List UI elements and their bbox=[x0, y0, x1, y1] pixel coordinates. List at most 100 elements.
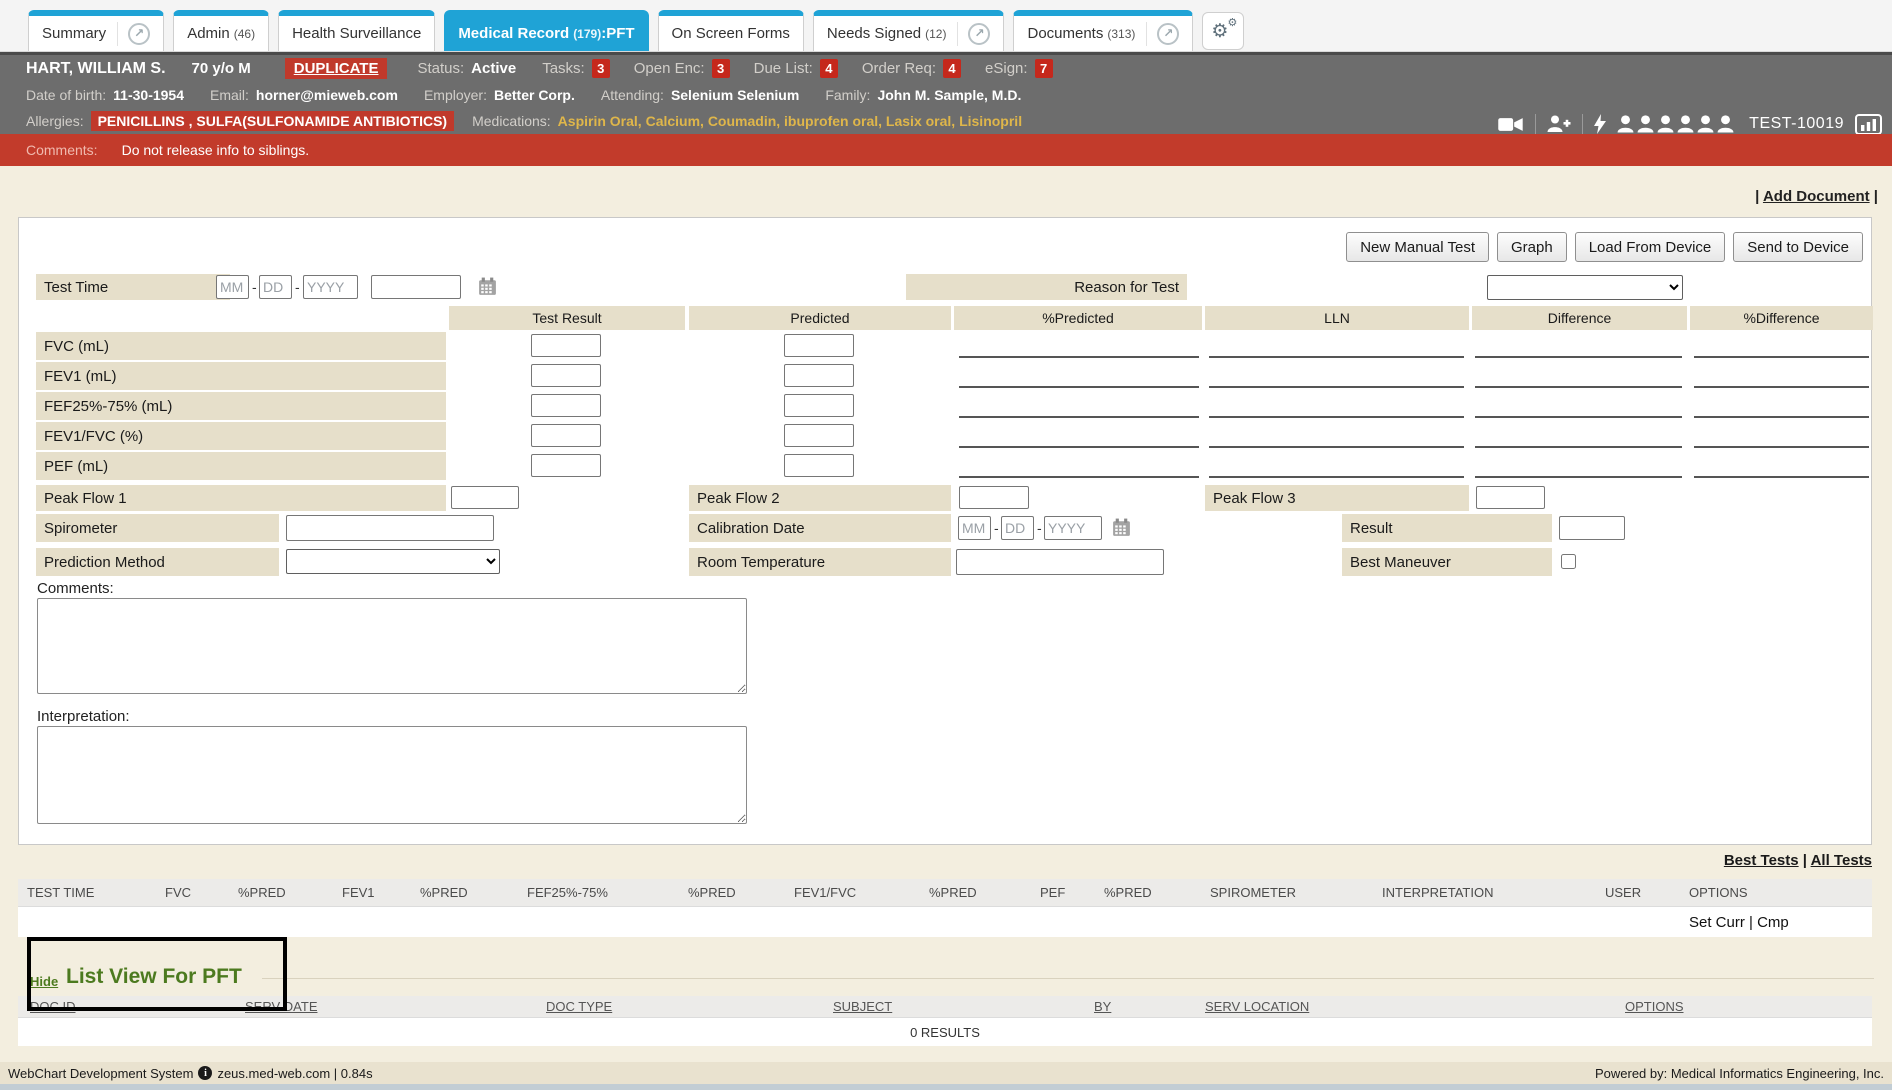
medications-label: Medications: bbox=[472, 113, 551, 129]
tab-documents[interactable]: Documents(313)↗ bbox=[1013, 10, 1193, 51]
due-list-badge[interactable]: 4 bbox=[820, 59, 838, 78]
gear-icon-small: ⚙ bbox=[1228, 16, 1238, 29]
test-time-day-input[interactable] bbox=[259, 275, 292, 299]
calibration-year-input[interactable] bbox=[1044, 516, 1102, 540]
graph-button[interactable]: Graph bbox=[1497, 232, 1567, 262]
external-link-icon[interactable]: ↗ bbox=[968, 23, 990, 45]
doc-header-options[interactable]: OPTIONS bbox=[1625, 999, 1684, 1014]
calibration-month-input[interactable] bbox=[958, 516, 991, 540]
hide-link[interactable]: Hide bbox=[30, 974, 58, 989]
person-icon bbox=[1697, 115, 1714, 133]
set-curr-cmp-links[interactable]: Set Curr | Cmp bbox=[1689, 914, 1789, 931]
date-of-birth-value: 11-30-1954 bbox=[113, 87, 184, 103]
calibration-day-input[interactable] bbox=[1001, 516, 1034, 540]
list-view-title: List View For PFT bbox=[66, 965, 242, 989]
tasks-badge[interactable]: 3 bbox=[592, 59, 610, 78]
documents-empty-row: 0 RESULTS bbox=[18, 1018, 1872, 1046]
doc-header-doc-type[interactable]: DOC TYPE bbox=[546, 999, 612, 1014]
patient-summary-row: HART, WILLIAM S. 70 y/o M DUPLICATE Stat… bbox=[0, 55, 1892, 82]
tests-header-spirometer-11: SPIROMETER bbox=[1210, 885, 1296, 900]
form-comments-textarea[interactable] bbox=[37, 598, 747, 694]
external-link-icon[interactable]: ↗ bbox=[1157, 23, 1179, 45]
test-time-label: Test Time bbox=[36, 274, 230, 300]
column-header-difference: %Difference bbox=[1690, 306, 1873, 330]
tab-needs-signed[interactable]: Needs Signed(12)↗ bbox=[813, 10, 1005, 51]
tests-header-interpretation-12: INTERPRETATION bbox=[1382, 885, 1493, 900]
order-req-label: Order Req: bbox=[862, 60, 936, 77]
tab-label: Admin bbox=[187, 25, 230, 42]
peak-flow-3-input[interactable] bbox=[1476, 486, 1545, 509]
fef25-75-ml-test-result-input[interactable] bbox=[531, 394, 601, 417]
doc-header-doc-id[interactable]: DOC ID bbox=[30, 999, 76, 1014]
family-label: Family: bbox=[825, 87, 870, 103]
peak-flow-2-label: Peak Flow 2 bbox=[689, 485, 951, 511]
column-header-difference: Difference bbox=[1472, 306, 1687, 330]
fvc-ml-test-result-input[interactable] bbox=[531, 334, 601, 357]
interpretation-textarea[interactable] bbox=[37, 726, 747, 824]
open-enc-badge[interactable]: 3 bbox=[712, 59, 730, 78]
room-temperature-input[interactable] bbox=[956, 549, 1164, 575]
pft-action-buttons: New Manual Test Graph Load From DeviceSend… bbox=[1338, 232, 1863, 262]
divider bbox=[1535, 114, 1536, 134]
result-input[interactable] bbox=[1559, 516, 1625, 540]
medications-value[interactable]: Aspirin Oral, Calcium, Coumadin, ibuprof… bbox=[558, 113, 1022, 129]
reason-for-test-select[interactable] bbox=[1487, 275, 1683, 300]
fvc-ml-percent-difference-line bbox=[1694, 332, 1869, 358]
doc-header-by[interactable]: BY bbox=[1094, 999, 1111, 1014]
pef-ml-test-result-input[interactable] bbox=[531, 454, 601, 477]
add-document-link[interactable]: Add Document bbox=[1763, 188, 1870, 205]
best-maneuver-checkbox[interactable] bbox=[1561, 554, 1576, 569]
allergies-value[interactable]: PENICILLINS , SULFA(SULFONAMIDE ANTIBIOT… bbox=[91, 111, 454, 131]
patient-group-icons[interactable] bbox=[1617, 115, 1734, 133]
fev1-ml-lln-line bbox=[1209, 362, 1464, 388]
tab-on-screen-forms[interactable]: On Screen Forms bbox=[658, 10, 804, 51]
fev1-ml-predicted-input[interactable] bbox=[784, 364, 854, 387]
new-manual-test-button[interactable]: New Manual Test bbox=[1346, 232, 1489, 262]
order-req-badge[interactable]: 4 bbox=[943, 59, 961, 78]
family-value: John M. Sample, M.D. bbox=[877, 87, 1021, 103]
lightning-icon[interactable] bbox=[1594, 114, 1606, 134]
prediction-method-select[interactable] bbox=[286, 549, 500, 574]
pef-ml-percent-predicted-line bbox=[959, 452, 1199, 478]
fev1-ml-test-result-input[interactable] bbox=[531, 364, 601, 387]
spirometer-input[interactable] bbox=[286, 515, 494, 541]
comments-value: Do not release info to siblings. bbox=[122, 142, 310, 158]
esign-badge[interactable]: 7 bbox=[1035, 59, 1053, 78]
fev1-fvc-predicted-input[interactable] bbox=[784, 424, 854, 447]
doc-header-serv-location[interactable]: SERV LOCATION bbox=[1205, 999, 1309, 1014]
tab-health-surveillance[interactable]: Health Surveillance bbox=[278, 10, 435, 51]
doc-header-serv-date[interactable]: SERV DATE bbox=[245, 999, 317, 1014]
fev1-fvc-test-result-input[interactable] bbox=[531, 424, 601, 447]
add-person-icon[interactable] bbox=[1547, 115, 1571, 133]
test-time-month-input[interactable] bbox=[216, 275, 249, 299]
doc-header-subject[interactable]: SUBJECT bbox=[833, 999, 892, 1014]
load-from-device-button[interactable]: Load From Device bbox=[1575, 232, 1726, 262]
test-time-year-input[interactable] bbox=[303, 275, 358, 299]
tab-admin[interactable]: Admin(46) bbox=[173, 10, 269, 51]
room-temperature-label: Room Temperature bbox=[689, 548, 951, 576]
video-camera-icon[interactable] bbox=[1498, 116, 1524, 133]
all-tests-link[interactable]: All Tests bbox=[1811, 852, 1872, 869]
documents-table-header: DOC ID SERV DATE DOC TYPE SUBJECT BY SERV LOC… bbox=[18, 996, 1872, 1018]
peak-flow-1-input[interactable] bbox=[451, 486, 519, 509]
tests-header-pred-8: %PRED bbox=[929, 885, 977, 900]
calendar-icon[interactable] bbox=[1111, 517, 1132, 538]
settings-gear-button[interactable]: ⚙ ⚙ bbox=[1202, 12, 1244, 50]
station-id: TEST-10019 bbox=[1749, 115, 1844, 133]
peak-flow-2-input[interactable] bbox=[959, 486, 1029, 509]
fvc-ml-predicted-input[interactable] bbox=[784, 334, 854, 357]
person-icon bbox=[1637, 115, 1654, 133]
send-to-device-button[interactable]: Send to Device bbox=[1733, 232, 1863, 262]
tab-summary[interactable]: Summary↗ bbox=[28, 10, 164, 51]
info-icon[interactable]: i bbox=[198, 1066, 212, 1080]
footer-system: WebChart Development System bbox=[8, 1066, 193, 1081]
test-time-time-input[interactable] bbox=[371, 275, 461, 299]
best-tests-link[interactable]: Best Tests bbox=[1724, 852, 1799, 869]
tab-medical-record[interactable]: Medical Record(179):PFT bbox=[444, 10, 648, 51]
pef-ml-predicted-input[interactable] bbox=[784, 454, 854, 477]
fef25-75-ml-predicted-input[interactable] bbox=[784, 394, 854, 417]
calendar-icon[interactable] bbox=[477, 276, 498, 297]
chart-icon[interactable] bbox=[1855, 114, 1882, 135]
external-link-icon[interactable]: ↗ bbox=[128, 23, 150, 45]
duplicate-flag[interactable]: DUPLICATE bbox=[285, 58, 388, 79]
